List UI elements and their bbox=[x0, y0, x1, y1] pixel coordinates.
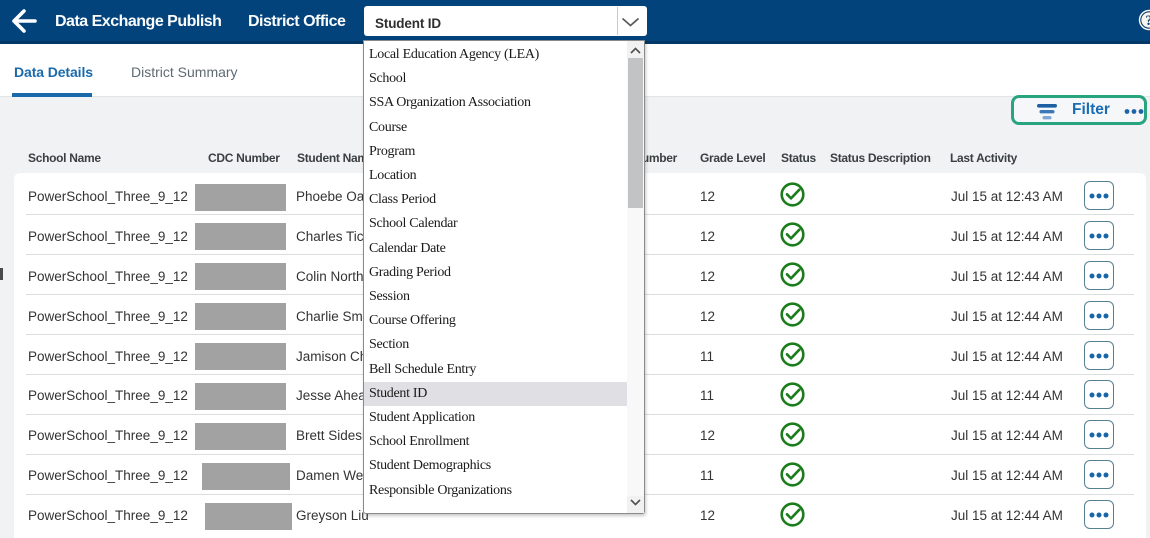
svg-text:?: ? bbox=[1145, 13, 1150, 29]
